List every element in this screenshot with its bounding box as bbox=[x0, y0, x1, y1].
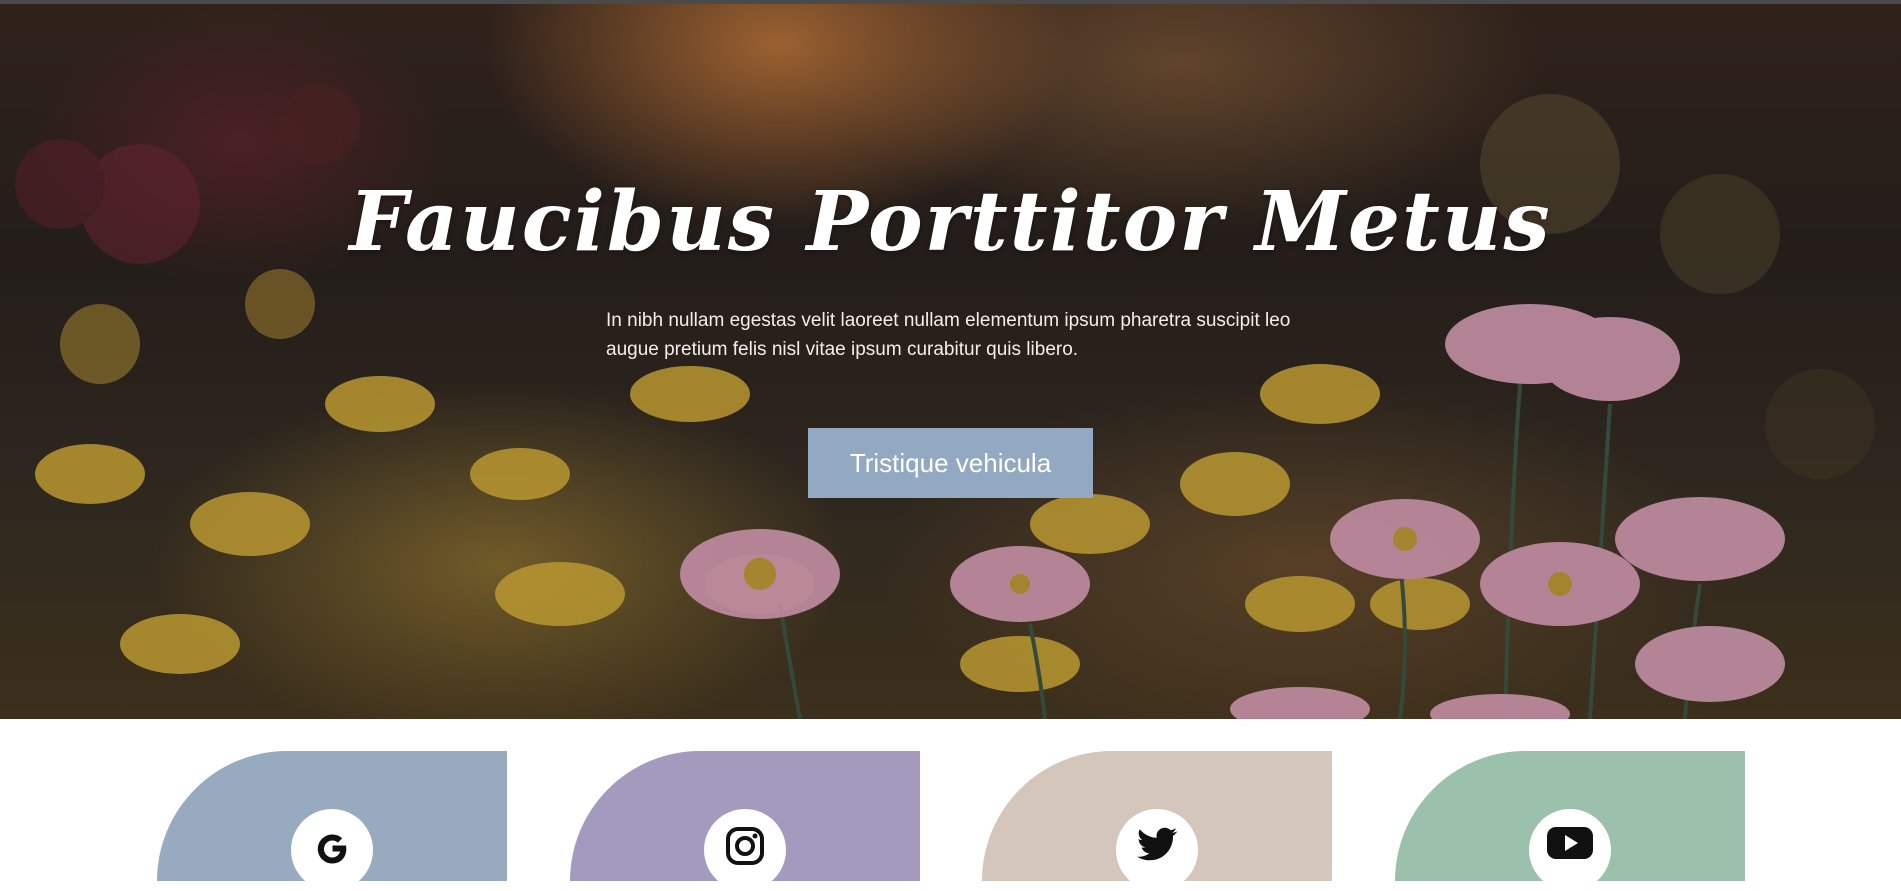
hero-section: Faucibus Porttitor Metus In nibh nullam … bbox=[0, 4, 1901, 719]
instagram-icon bbox=[726, 827, 764, 865]
tristique-vehicula-button[interactable]: Tristique vehicula bbox=[808, 428, 1093, 498]
youtube-icon-badge bbox=[1529, 809, 1611, 891]
social-cards-section bbox=[0, 719, 1901, 891]
youtube-card[interactable] bbox=[1395, 751, 1745, 891]
twitter-card[interactable] bbox=[982, 751, 1332, 891]
google-icon bbox=[317, 834, 347, 864]
instagram-icon-badge bbox=[704, 809, 786, 891]
google-card[interactable] bbox=[157, 751, 507, 891]
youtube-icon bbox=[1547, 827, 1593, 859]
instagram-card[interactable] bbox=[570, 751, 920, 891]
hero-description: In nibh nullam egestas velit laoreet nul… bbox=[606, 310, 1291, 360]
google-icon-badge bbox=[291, 809, 373, 891]
hero-title: Faucibus Porttitor Metus bbox=[349, 174, 1552, 270]
twitter-icon-badge bbox=[1116, 809, 1198, 891]
twitter-icon bbox=[1137, 827, 1178, 861]
